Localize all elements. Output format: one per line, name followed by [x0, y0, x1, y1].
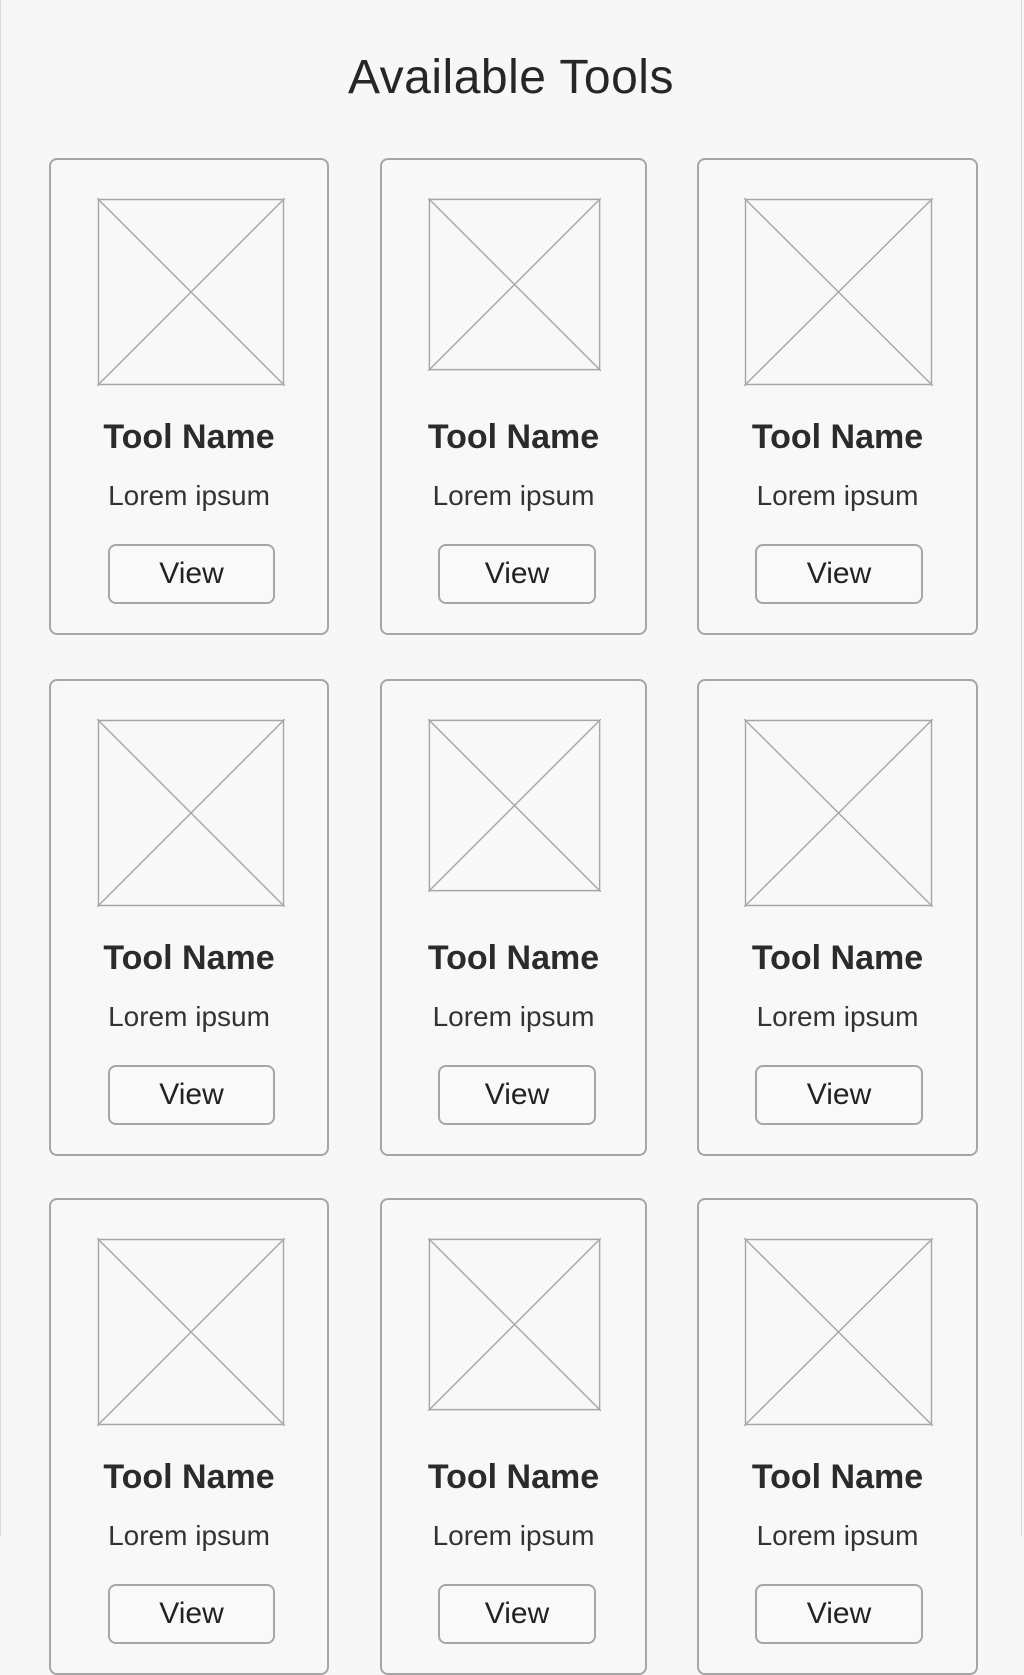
tool-name: Tool Name	[427, 1458, 600, 1496]
tool-name: Tool Name	[103, 1458, 275, 1496]
tool-name: Tool Name	[751, 418, 924, 456]
image-placeholder-icon	[744, 1238, 933, 1426]
tool-card: Tool Name Lorem ipsum View	[380, 158, 647, 635]
tool-description: Lorem ipsum	[108, 1001, 270, 1032]
tool-name: Tool Name	[751, 1458, 924, 1496]
tool-card: Tool Name Lorem ipsum View	[380, 679, 647, 1156]
image-placeholder-icon	[97, 198, 285, 386]
tool-description: Lorem ipsum	[432, 1520, 595, 1551]
tool-card: Tool Name Lorem ipsum View	[380, 1198, 647, 1675]
view-button[interactable]: View	[438, 1584, 596, 1644]
image-placeholder-icon	[97, 719, 285, 907]
image-placeholder-icon	[428, 198, 601, 371]
image-placeholder-icon	[428, 719, 601, 892]
tools-page: Available Tools Tool Name Lorem ipsum View…	[0, 0, 1022, 1675]
view-button[interactable]: View	[755, 1065, 923, 1125]
tool-name: Tool Name	[103, 418, 275, 456]
tool-description: Lorem ipsum	[108, 480, 270, 511]
view-button[interactable]: View	[108, 1065, 275, 1125]
tool-name: Tool Name	[427, 418, 600, 456]
image-placeholder-icon	[97, 1238, 285, 1426]
tool-card: Tool Name Lorem ipsum View	[49, 158, 329, 635]
tool-description: Lorem ipsum	[756, 1520, 919, 1551]
view-button[interactable]: View	[438, 544, 596, 604]
image-placeholder-icon	[428, 1238, 601, 1411]
tool-name: Tool Name	[751, 939, 924, 977]
tool-description: Lorem ipsum	[432, 480, 595, 511]
tool-description: Lorem ipsum	[432, 1001, 595, 1032]
tool-name: Tool Name	[427, 939, 600, 977]
tool-description: Lorem ipsum	[756, 1001, 919, 1032]
image-placeholder-icon	[744, 198, 933, 386]
tool-card: Tool Name Lorem ipsum View	[49, 679, 329, 1156]
tool-card: Tool Name Lorem ipsum View	[49, 1198, 329, 1675]
view-button[interactable]: View	[108, 1584, 275, 1644]
image-placeholder-icon	[744, 719, 933, 907]
view-button[interactable]: View	[108, 544, 275, 604]
tool-description: Lorem ipsum	[756, 480, 919, 511]
tool-name: Tool Name	[103, 939, 275, 977]
view-button[interactable]: View	[755, 544, 923, 604]
tool-card: Tool Name Lorem ipsum View	[697, 1198, 978, 1675]
page-title: Available Tools	[348, 51, 674, 104]
view-button[interactable]: View	[438, 1065, 596, 1125]
tool-card: Tool Name Lorem ipsum View	[697, 158, 978, 635]
tool-description: Lorem ipsum	[108, 1520, 270, 1551]
view-button[interactable]: View	[755, 1584, 923, 1644]
tool-card: Tool Name Lorem ipsum View	[697, 679, 978, 1156]
